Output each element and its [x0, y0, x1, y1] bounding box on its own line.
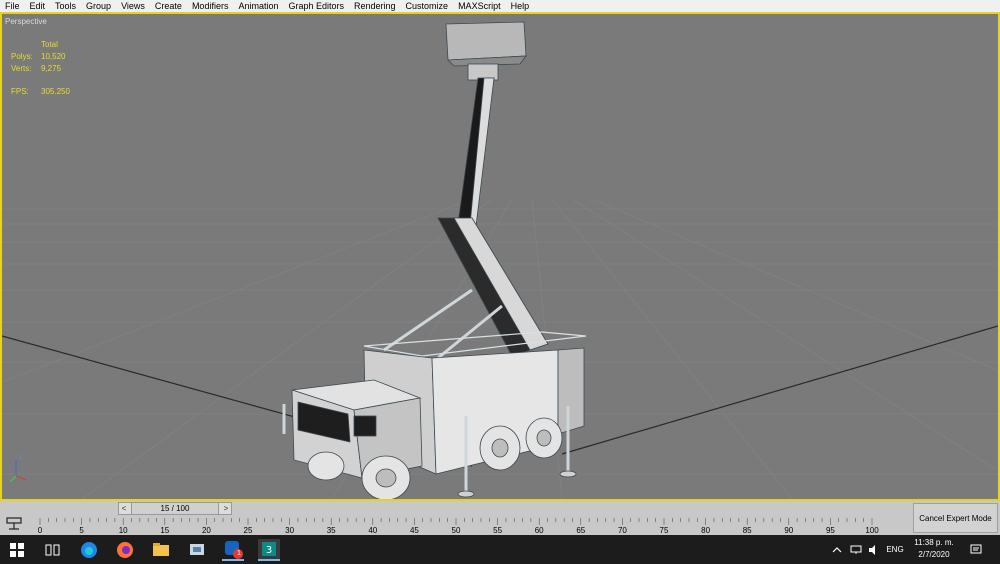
menu-rendering[interactable]: Rendering: [349, 0, 401, 12]
ruler-tick-label: 0: [38, 526, 43, 535]
perspective-viewport[interactable]: Perspective Total Polys: 10,520 Verts: 9…: [0, 12, 1000, 501]
chevron-up-icon[interactable]: [830, 535, 844, 564]
action-center-icon[interactable]: [966, 535, 986, 564]
language-indicator[interactable]: ENG: [884, 535, 906, 564]
ruler-tick-label: 15: [160, 526, 169, 535]
ruler-tick-label: 35: [327, 526, 336, 535]
ruler-tick-label: 20: [202, 526, 211, 535]
fps-value: 305.250: [41, 87, 70, 96]
ruler-tick-label: 45: [410, 526, 419, 535]
ruler-tick-label: 95: [826, 526, 835, 535]
truck-radar-model: [282, 21, 587, 499]
menu-modifiers[interactable]: Modifiers: [187, 0, 234, 12]
ruler-tick-label: 10: [119, 526, 128, 535]
ruler-tick-label: 85: [743, 526, 752, 535]
key-filter-icon[interactable]: [5, 517, 23, 531]
file-explorer-icon[interactable]: [150, 539, 172, 561]
axis-gizmo-icon: [9, 460, 27, 483]
firefox-icon[interactable]: [114, 539, 136, 561]
ruler-tick-label: 80: [701, 526, 710, 535]
menu-maxscript[interactable]: MAXScript: [453, 0, 506, 12]
windows-start-icon[interactable]: [6, 539, 28, 561]
track-bar-ruler: 0 5 10 15 20 25 30 35 40 45 50 55 60 65 70 75 80 85 90 95 10…: [38, 518, 879, 535]
verts-value: 9,275: [41, 64, 62, 73]
menu-group[interactable]: Group: [81, 0, 116, 12]
menu-animation[interactable]: Animation: [233, 0, 283, 12]
ruler-tick-label: 30: [285, 526, 294, 535]
ruler-tick-label: 55: [493, 526, 502, 535]
ruler-tick-label: 70: [618, 526, 627, 535]
notification-badge: 1: [237, 550, 241, 557]
menu-customize[interactable]: Customize: [401, 0, 454, 12]
polys-label: Polys:: [11, 52, 33, 61]
menu-bar: File Edit Tools Group Views Create Modif…: [0, 0, 1000, 12]
gizmo-axis-label: z: [19, 454, 23, 461]
ruler-tick-label: 50: [452, 526, 461, 535]
clock-time: 11:38 p. m.: [914, 538, 954, 547]
verts-label: Verts:: [11, 64, 32, 73]
menu-edit[interactable]: Edit: [25, 0, 51, 12]
3dsmax-icon[interactable]: 3: [258, 539, 280, 561]
task-view-icon[interactable]: [42, 539, 64, 561]
polys-value: 10,520: [41, 52, 66, 61]
ruler-tick-label: 90: [784, 526, 793, 535]
ruler-tick-label: 100: [865, 526, 879, 535]
volume-icon[interactable]: [866, 535, 882, 564]
clock-date: 2/7/2020: [918, 550, 950, 559]
menu-views[interactable]: Views: [116, 0, 150, 12]
cancel-expert-mode-button[interactable]: Cancel Expert Mode: [913, 503, 998, 533]
menu-tools[interactable]: Tools: [50, 0, 81, 12]
prev-frame-button[interactable]: <: [119, 503, 129, 514]
edge-icon[interactable]: [78, 539, 100, 561]
time-slider[interactable]: < 15 / 100 >: [118, 502, 232, 515]
ruler-tick-label: 40: [368, 526, 377, 535]
time-slider-thumb[interactable]: 15 / 100: [131, 503, 219, 514]
next-frame-button[interactable]: >: [221, 503, 231, 514]
ruler-tick-label: 5: [79, 526, 84, 535]
network-icon[interactable]: [848, 535, 864, 564]
ruler-tick-label: 25: [244, 526, 253, 535]
viewport-scene: [2, 21, 998, 499]
timeline-bar: < 15 / 100 > 0 5 10 15 20 25 30 35 40 45 50 55 60 65 7…: [0, 501, 1000, 535]
ruler-tick-label: 60: [535, 526, 544, 535]
menu-help[interactable]: Help: [506, 0, 535, 12]
stats-header: Total: [41, 40, 58, 49]
fps-label: FPS:: [11, 87, 29, 96]
track-bar[interactable]: 0 5 10 15 20 25 30 35 40 45 50 55 60 65 70 75 80 85 90 95 10…: [27, 516, 910, 535]
menu-graph-editors[interactable]: Graph Editors: [283, 0, 349, 12]
app-icon[interactable]: [186, 539, 208, 561]
menu-file[interactable]: File: [0, 0, 25, 12]
ruler-tick-label: 75: [660, 526, 669, 535]
menu-create[interactable]: Create: [150, 0, 187, 12]
svg-text:3: 3: [266, 545, 272, 556]
ruler-tick-label: 65: [576, 526, 585, 535]
windows-taskbar: 1 3 ENG 11:38 p. m. 2/7/2020: [0, 535, 1000, 564]
taskbar-clock[interactable]: 11:38 p. m. 2/7/2020: [905, 537, 963, 563]
viewport-label[interactable]: Perspective: [5, 17, 47, 26]
